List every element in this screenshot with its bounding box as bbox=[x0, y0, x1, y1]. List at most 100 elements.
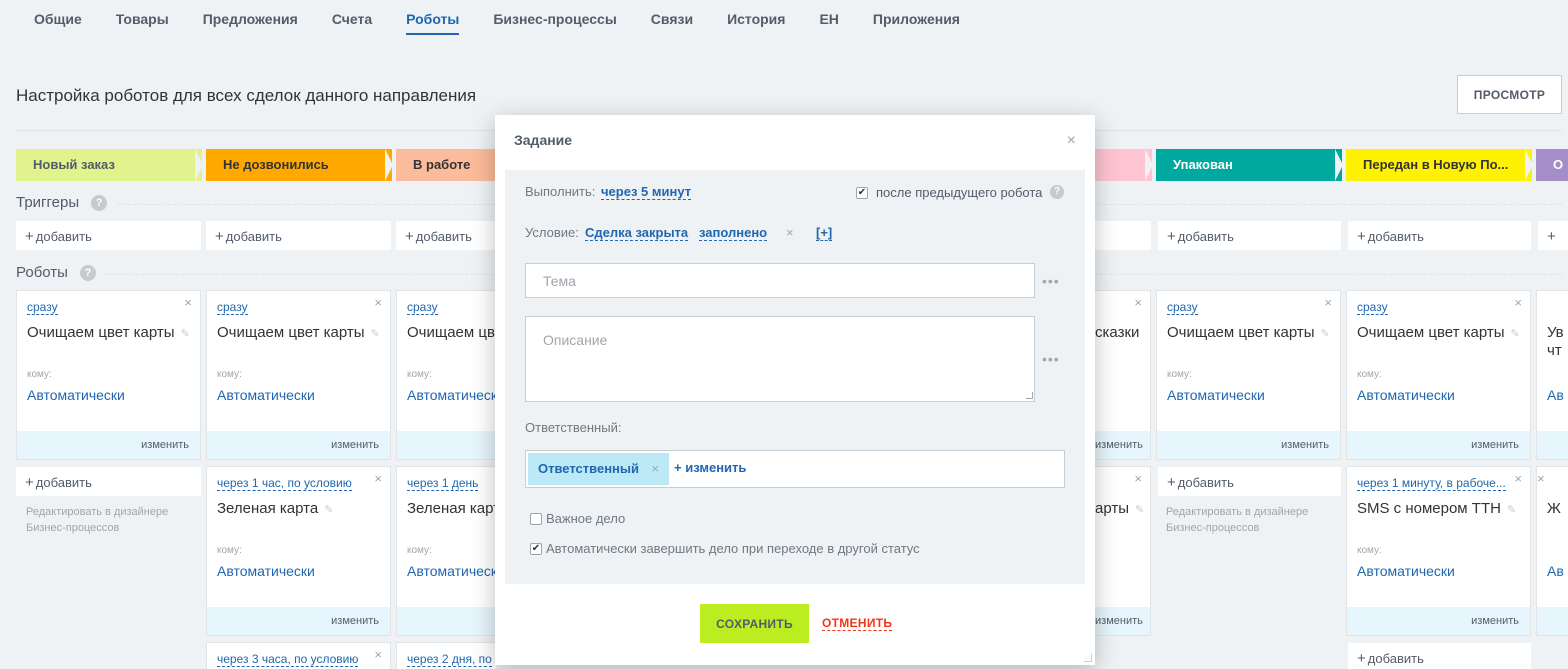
close-icon[interactable]: × bbox=[184, 295, 192, 310]
add-robot-button[interactable]: + добавить bbox=[16, 467, 201, 496]
help-icon[interactable]: ? bbox=[79, 264, 96, 281]
add-trigger-button[interactable]: + добавить bbox=[206, 221, 391, 250]
responsible-value[interactable]: Ав bbox=[1547, 387, 1564, 403]
tab-invoices[interactable]: Счета bbox=[332, 0, 372, 40]
close-icon[interactable]: × bbox=[1514, 295, 1522, 310]
close-icon[interactable]: × bbox=[374, 647, 382, 662]
close-icon[interactable]: × bbox=[1324, 295, 1332, 310]
tab-products[interactable]: Товары bbox=[116, 0, 169, 40]
tab-general[interactable]: Общие bbox=[34, 0, 82, 40]
robot-timing-link[interactable]: через 1 минуту, в рабоче... bbox=[1357, 477, 1506, 491]
remove-condition-icon[interactable]: × bbox=[786, 225, 794, 240]
help-icon[interactable]: ? bbox=[1050, 185, 1064, 199]
tab-apps[interactable]: Приложения bbox=[873, 0, 960, 40]
robot-card[interactable]: сразу Очищаем цв кому: Автоматически bbox=[396, 290, 497, 460]
pencil-icon[interactable]: ✎ bbox=[1511, 328, 1520, 340]
robot-timing-link[interactable]: через 3 часа, по условию bbox=[217, 653, 359, 667]
add-trigger-button[interactable]: + добавить bbox=[1158, 221, 1341, 250]
add-trigger-button[interactable]: + bbox=[1538, 221, 1568, 250]
tab-robots[interactable]: Роботы bbox=[406, 0, 460, 35]
robot-timing-link[interactable]: через 1 час, по условию bbox=[217, 477, 352, 491]
add-trigger-button[interactable]: + добавить bbox=[16, 221, 201, 250]
resize-handle[interactable] bbox=[1026, 392, 1033, 399]
robot-timing-link[interactable]: через 1 день bbox=[407, 477, 479, 491]
stage-no-answer[interactable]: Не дозвонились bbox=[206, 149, 392, 181]
pencil-icon[interactable]: ✎ bbox=[371, 328, 380, 340]
important-checkbox[interactable] bbox=[530, 513, 542, 525]
robot-timing-link[interactable]: через 2 дня, по bbox=[407, 653, 492, 667]
responsible-value[interactable]: Автоматически bbox=[1357, 387, 1455, 403]
robot-card[interactable]: × арты ✎ изменить bbox=[1095, 466, 1151, 636]
description-more-icon[interactable]: ••• bbox=[1042, 351, 1060, 367]
stage-last[interactable]: О bbox=[1536, 149, 1568, 181]
pencil-icon[interactable]: ✎ bbox=[324, 504, 333, 516]
change-link[interactable]: изменить bbox=[207, 431, 390, 459]
add-trigger-button[interactable]: + добавить bbox=[396, 221, 496, 250]
responsible-value[interactable]: Автоматически bbox=[1357, 563, 1455, 579]
stage-new-order[interactable]: Новый заказ bbox=[16, 149, 202, 181]
robot-card[interactable]: сразу × Очищаем цвет карты ✎ кому: Автома… bbox=[1346, 290, 1531, 460]
add-condition-link[interactable]: [+] bbox=[816, 225, 833, 241]
add-trigger-button[interactable]: + добавить bbox=[1348, 221, 1531, 250]
dialog-resize-handle[interactable] bbox=[1084, 654, 1092, 662]
add-robot-button[interactable]: + добавить bbox=[1158, 467, 1341, 496]
robot-timing-link[interactable]: сразу bbox=[1167, 301, 1198, 315]
robot-card[interactable]: сразу × Очищаем цвет карты ✎ кому: Автома… bbox=[1156, 290, 1341, 460]
topic-more-icon[interactable]: ••• bbox=[1042, 273, 1060, 289]
after-previous-checkbox[interactable]: ✔ bbox=[856, 187, 868, 199]
pencil-icon[interactable]: ✎ bbox=[1507, 504, 1516, 516]
save-button[interactable]: СОХРАНИТЬ bbox=[700, 604, 809, 643]
close-icon[interactable]: × bbox=[1514, 471, 1522, 486]
change-link[interactable]: изменить bbox=[207, 607, 390, 635]
condition-field-link[interactable]: Сделка закрыта bbox=[585, 225, 689, 241]
tab-links[interactable]: Связи bbox=[651, 0, 693, 40]
robot-card[interactable]: Ув чт Ав bbox=[1536, 290, 1568, 460]
change-link[interactable]: изменить bbox=[1157, 431, 1340, 459]
help-icon[interactable]: ? bbox=[91, 194, 108, 211]
pencil-icon[interactable]: ✎ bbox=[181, 328, 190, 340]
robot-card[interactable]: сразу × Очищаем цвет карты ✎ кому: Автома… bbox=[16, 290, 201, 460]
change-link[interactable]: изменить bbox=[1095, 607, 1150, 635]
robot-card[interactable]: через 1 час, по условию × Зеленая карта ✎… bbox=[206, 466, 391, 636]
change-link[interactable]: изменить bbox=[1347, 607, 1530, 635]
condition-value-link[interactable]: заполнено bbox=[699, 225, 768, 241]
tab-en[interactable]: ЕН bbox=[819, 0, 838, 40]
robot-card[interactable]: через 2 дня, по bbox=[396, 642, 496, 669]
robot-card[interactable]: через 3 часа, по условию × bbox=[206, 642, 391, 669]
change-link[interactable]: изменить bbox=[1347, 431, 1530, 459]
close-icon[interactable]: × bbox=[1134, 295, 1142, 310]
responsible-value[interactable]: Автоматически bbox=[407, 387, 497, 403]
designer-note[interactable]: Редактировать в дизайнере Бизнес-процессо… bbox=[26, 504, 168, 536]
close-icon[interactable]: × bbox=[1067, 132, 1076, 150]
responsible-value[interactable]: Автоматически bbox=[1167, 387, 1265, 403]
preview-button[interactable]: ПРОСМОТР bbox=[1457, 75, 1562, 114]
responsible-value[interactable]: Автоматически bbox=[407, 563, 497, 579]
robot-timing-link[interactable]: сразу bbox=[1357, 301, 1388, 315]
topic-input[interactable]: Тема bbox=[525, 263, 1035, 298]
responsible-tag[interactable]: Ответственный × bbox=[528, 453, 669, 485]
change-link[interactable]: изменить bbox=[17, 431, 200, 459]
robot-timing-link[interactable]: сразу bbox=[27, 301, 58, 315]
robot-card[interactable]: через 1 минуту, в рабоче... × SMS с номе… bbox=[1346, 466, 1531, 636]
robot-card[interactable]: × Ж Ав bbox=[1536, 466, 1568, 636]
autocomplete-checkbox[interactable]: ✔ bbox=[530, 543, 542, 555]
tab-business-processes[interactable]: Бизнес-процессы bbox=[493, 0, 616, 40]
designer-note[interactable]: Редактировать в дизайнере Бизнес-процессо… bbox=[1166, 504, 1308, 536]
pencil-icon[interactable]: ✎ bbox=[1321, 328, 1330, 340]
tab-history[interactable]: История bbox=[727, 0, 785, 40]
responsible-value[interactable]: Автоматически bbox=[27, 387, 125, 403]
close-icon[interactable]: × bbox=[374, 295, 382, 310]
change-link[interactable]: изменить bbox=[1095, 431, 1150, 459]
close-icon[interactable]: × bbox=[374, 471, 382, 486]
close-icon[interactable]: × bbox=[1134, 471, 1142, 486]
cancel-button[interactable]: ОТМЕНИТЬ bbox=[822, 617, 893, 631]
remove-icon[interactable]: × bbox=[651, 461, 659, 476]
stage-packed[interactable]: Упакован bbox=[1156, 149, 1342, 181]
add-robot-button[interactable]: + добавить bbox=[1348, 643, 1531, 669]
robot-card[interactable]: × сказки изменить bbox=[1095, 290, 1151, 460]
close-icon[interactable]: × bbox=[1537, 471, 1545, 486]
responsible-value[interactable]: Автоматически bbox=[217, 387, 315, 403]
responsible-value[interactable]: Автоматически bbox=[217, 563, 315, 579]
responsible-value[interactable]: Ав bbox=[1547, 563, 1564, 579]
responsible-field[interactable]: Ответственный × + изменить bbox=[525, 450, 1065, 488]
